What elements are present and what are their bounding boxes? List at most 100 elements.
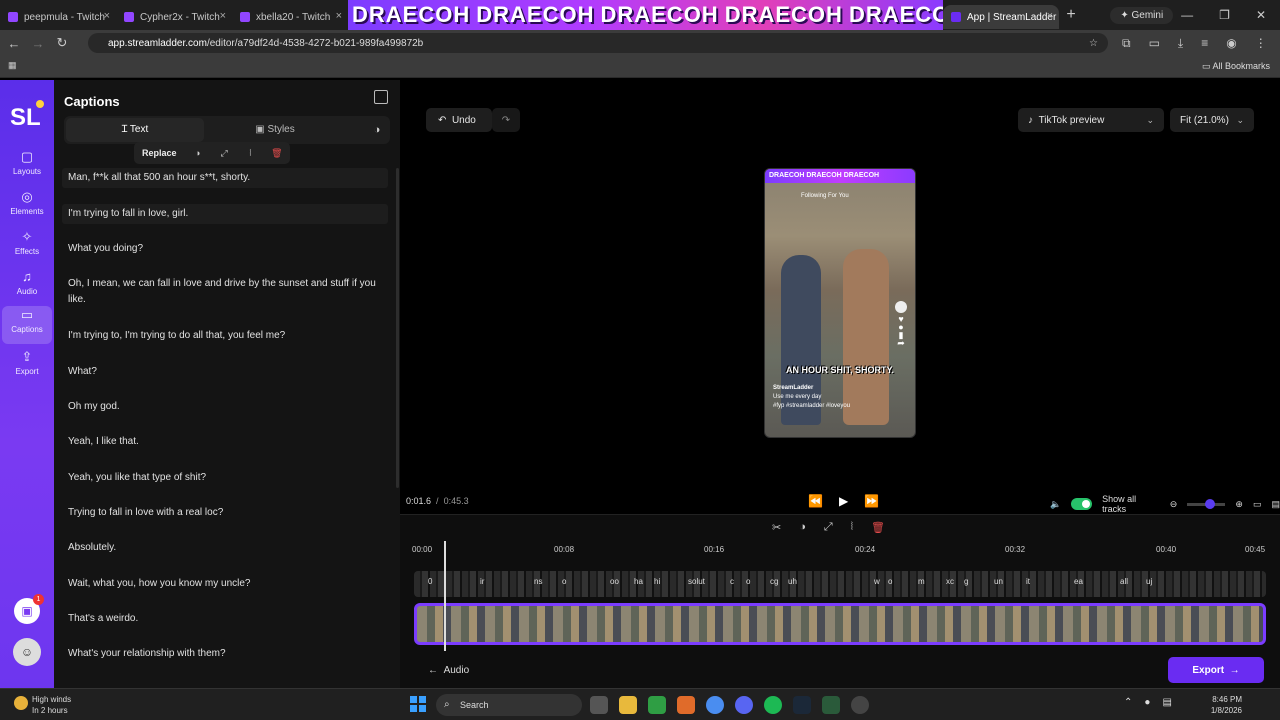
streamladder-logo[interactable]: SL [10, 104, 41, 132]
chevron-up-icon[interactable]: ⌃ [1124, 697, 1132, 708]
mic-icon[interactable]: ● [1144, 697, 1150, 708]
caption-word[interactable]: un [994, 577, 1003, 586]
caption-word[interactable]: ha [634, 577, 643, 586]
tab-xbella20[interactable]: xbella20 - Twitch × [232, 5, 348, 29]
caption-word[interactable]: ir [480, 577, 484, 586]
expand-icon[interactable]: ⤢ [211, 148, 237, 159]
style-icon[interactable]: ◑ [799, 521, 806, 534]
caption-item[interactable]: What you doing? [62, 239, 388, 259]
split-icon[interactable]: ⦚ [237, 148, 263, 159]
rail-captions[interactable]: ▭ Captions [2, 306, 52, 344]
close-tab-icon[interactable]: × [220, 10, 226, 22]
rail-export[interactable]: ⇪ Export [2, 348, 52, 386]
avatar[interactable]: ☺ [13, 638, 41, 666]
caption-item[interactable]: Man, f**k all that 500 an hour s**t, sho… [62, 168, 388, 188]
caption-word[interactable]: g [964, 577, 968, 586]
profile-icon[interactable]: ◉ [1226, 36, 1236, 51]
caption-word[interactable]: oo [610, 577, 619, 586]
back-icon[interactable]: ← [2, 36, 26, 51]
extensions-icon[interactable]: ⧉ [1122, 36, 1131, 51]
caption-item[interactable]: Yeah, you like that type of shit? [62, 468, 388, 488]
app-icon[interactable] [677, 696, 695, 714]
caption-word[interactable]: w [874, 577, 880, 586]
caption-word[interactable]: o [562, 577, 566, 586]
caption-word[interactable]: 0 [428, 577, 432, 586]
caption-item[interactable]: Oh, I mean, we can fall in love and driv… [62, 274, 388, 310]
redo-button[interactable]: ↷ [492, 108, 520, 132]
caption-item[interactable]: I'm trying to, I'm trying to do all that… [62, 326, 388, 346]
close-tab-icon[interactable]: × [1047, 10, 1053, 22]
rewind-icon[interactable]: ⏪ [808, 494, 823, 508]
zoom-fit-select[interactable]: Fit (21.0%) ⌄ [1170, 108, 1254, 132]
tab-cypher2x[interactable]: Cypher2x - Twitch × [116, 5, 232, 29]
tab-peepmula[interactable]: peepmula - Twitch × [0, 5, 116, 29]
timeline-ruler[interactable]: 00:00 00:08 00:16 00:24 00:32 00:40 00:4… [400, 545, 1280, 559]
app-icon[interactable] [648, 696, 666, 714]
zoom-out-icon[interactable]: ⊖ [1170, 499, 1178, 510]
playhead[interactable] [444, 541, 446, 651]
caption-word[interactable]: uh [788, 577, 797, 586]
caption-item[interactable]: Trying to fall in love with a real loc? [62, 503, 388, 523]
caption-item[interactable]: What's your relationship with them? [62, 644, 388, 664]
rail-audio[interactable]: ♫ Audio [2, 268, 52, 306]
minimize-icon[interactable]: — [1181, 8, 1193, 22]
menu-icon[interactable]: ⋮ [1255, 36, 1267, 51]
caption-word[interactable]: xc [946, 577, 954, 586]
tab-styles[interactable]: ▣ Styles [206, 118, 344, 142]
media-icon[interactable]: ≡ [1201, 36, 1208, 51]
slider-knob[interactable] [1205, 498, 1216, 509]
forward-icon[interactable]: → [26, 36, 50, 51]
discord-icon[interactable] [735, 696, 753, 714]
expand-icon[interactable]: ⤢ [824, 521, 833, 534]
task-view-icon[interactable] [590, 696, 608, 714]
steam-icon[interactable] [793, 696, 811, 714]
caption-item[interactable]: Wait, what you, how you know my uncle? [62, 574, 388, 594]
split-icon[interactable]: ⦚ [851, 521, 853, 534]
gemini-button[interactable]: ✦ Gemini [1110, 6, 1174, 24]
caption-word[interactable]: o [746, 577, 750, 586]
palette-icon[interactable]: ◑ [364, 118, 390, 142]
video-track[interactable] [414, 603, 1266, 645]
undo-button[interactable]: ↶ Undo [426, 108, 492, 132]
taskbar-search[interactable]: ⌕ Search [436, 694, 582, 716]
caption-word[interactable]: it [1026, 577, 1030, 586]
caption-item[interactable]: That's a weirdo. [62, 609, 388, 629]
zoom-in-icon[interactable]: ⊕ [1235, 499, 1243, 510]
caption-item[interactable]: Absolutely. [62, 538, 388, 558]
url-field[interactable]: app.streamladder.com/editor/a79df24d-453… [88, 33, 1108, 53]
replace-button[interactable]: Replace [134, 148, 185, 158]
all-bookmarks[interactable]: ▭ All Bookmarks [1202, 61, 1270, 72]
caption-word[interactable]: all [1120, 577, 1128, 586]
caption-item[interactable]: Oh my god. [62, 397, 388, 417]
caption-word[interactable]: c [730, 577, 734, 586]
rail-layouts[interactable]: ▢ Layouts [2, 148, 52, 186]
xbox-icon[interactable] [822, 696, 840, 714]
close-window-icon[interactable]: ✕ [1256, 8, 1266, 22]
network-icon[interactable]: ▤ [1162, 697, 1171, 708]
notifications-button[interactable]: ▣ 1 [14, 594, 44, 624]
close-tab-icon[interactable]: × [336, 10, 342, 22]
delete-icon[interactable]: 🗑 [871, 521, 885, 534]
tab-text[interactable]: Ɪ Text [66, 118, 204, 142]
windows-start-icon[interactable] [410, 696, 426, 712]
caption-item[interactable]: Yeah, I like that. [62, 432, 388, 452]
audio-button[interactable]: ← Audio [428, 665, 469, 676]
caption-item[interactable]: I'm trying to fall in love, girl. [62, 204, 388, 224]
reload-icon[interactable]: ↻ [50, 35, 74, 51]
caption-word[interactable]: ns [534, 577, 542, 586]
spotify-icon[interactable] [764, 696, 782, 714]
preview-mode-select[interactable]: ♪ TikTok preview ⌄ [1018, 108, 1164, 132]
caption-word[interactable]: o [888, 577, 892, 586]
download-icon[interactable]: ⤓ [1178, 36, 1183, 51]
volume-icon[interactable]: 🔈 [1050, 499, 1061, 510]
tab-streamladder[interactable]: App | StreamLadder × [943, 5, 1059, 29]
rail-effects[interactable]: ✧ Effects [2, 228, 52, 266]
caption-word[interactable]: m [918, 577, 925, 586]
new-tab-icon[interactable]: + [1059, 6, 1083, 24]
obs-icon[interactable] [851, 696, 869, 714]
fast-forward-icon[interactable]: ⏩ [864, 494, 879, 508]
layout-toggle-icon[interactable]: ▤ [1271, 499, 1280, 510]
play-icon[interactable]: ▶ [839, 494, 848, 508]
scissors-icon[interactable]: ✂ [772, 521, 781, 534]
show-all-tracks-toggle[interactable] [1071, 498, 1093, 510]
